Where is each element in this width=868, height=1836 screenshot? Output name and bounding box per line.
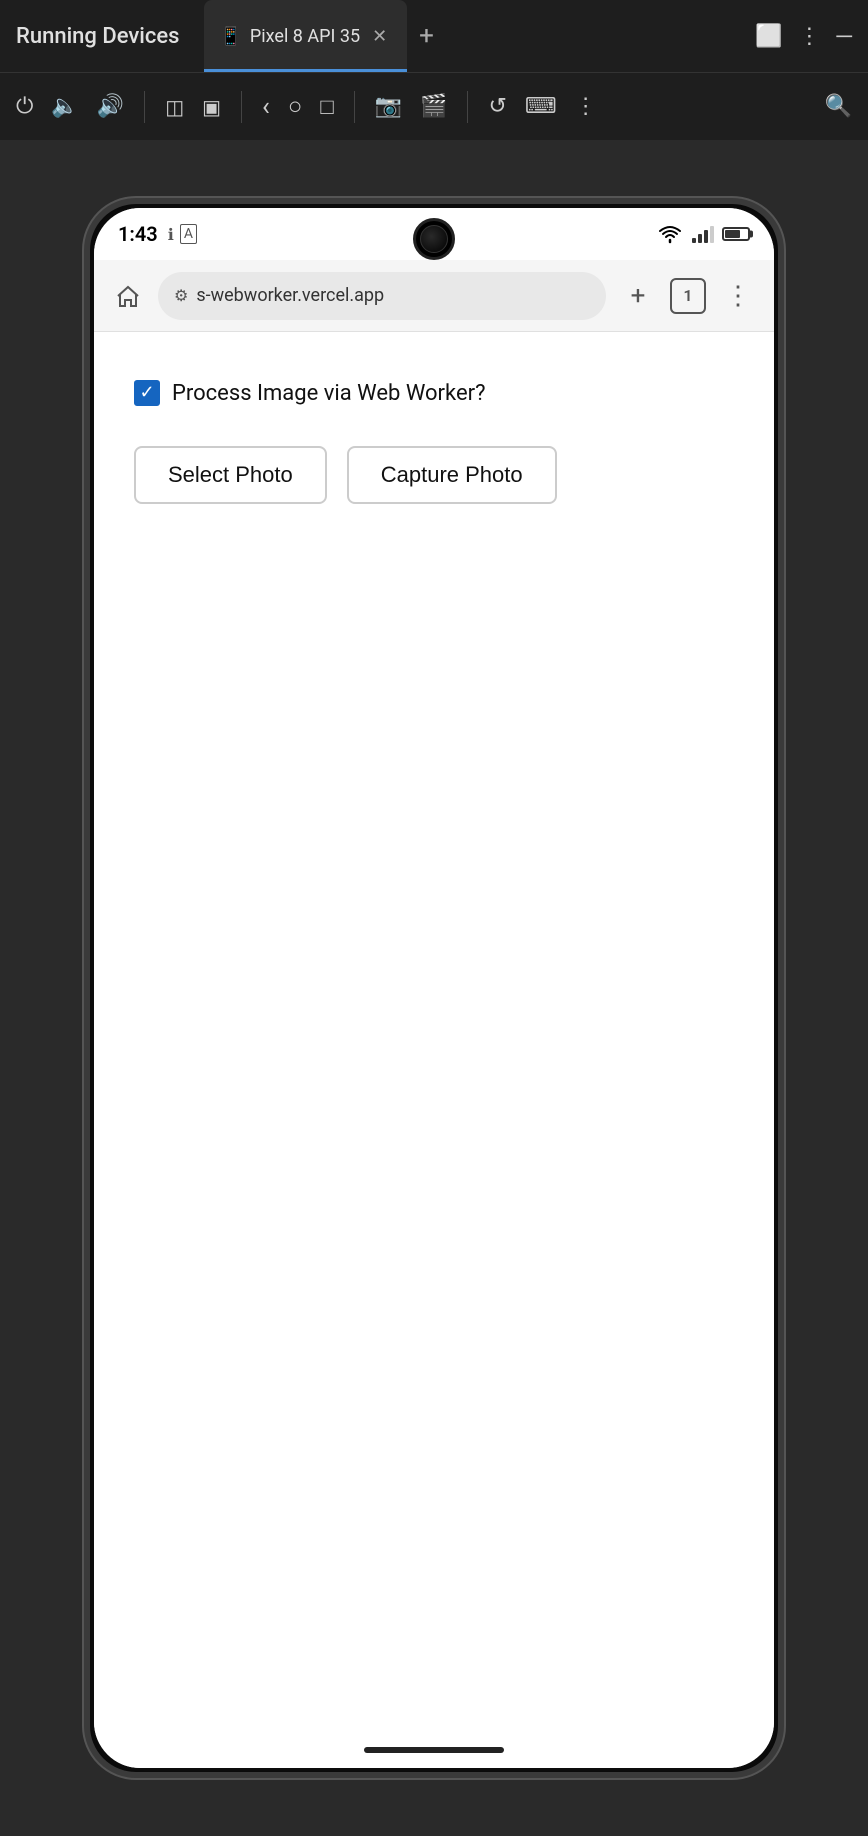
keyboard-status-icon: A [180,224,197,244]
add-tab-icon: + [631,281,646,311]
tab-bar: 📱 Pixel 8 API 35 ✕ + [204,0,756,72]
battery-fill [725,230,740,238]
wifi-icon [656,224,684,244]
status-time: 1:43 [118,222,158,246]
camera-lens [420,225,448,253]
minimize-icon[interactable]: ─ [836,23,852,49]
screenshot-icon[interactable]: 📷 [375,94,402,119]
status-left-icons: ℹ A [168,224,197,244]
checkbox-label: Process Image via Web Worker? [172,381,485,406]
tab-count-button[interactable]: 1 [670,278,706,314]
phone-screen: 1:43 ℹ A [94,208,774,1768]
toolbar-right-icons: ⬜ ⋮ ─ [755,23,852,49]
top-toolbar: Running Devices 📱 Pixel 8 API 35 ✕ + ⬜ ⋮… [0,0,868,72]
zoom-panel: 🔍 [825,94,852,119]
url-text: s-webworker.vercel.app [196,285,590,306]
home-nav-icon[interactable]: ○ [288,92,303,121]
rotate-portrait-icon[interactable]: ◫ [165,95,184,119]
nav-pill [364,1747,504,1753]
browser-toolbar: ⚙ s-webworker.vercel.app + 1 ⋮ [94,260,774,332]
photo-button-row: Select Photo Capture Photo [134,446,734,504]
tab-label: Pixel 8 API 35 [250,26,360,47]
tab-count-text: 1 [683,286,692,305]
status-right-icons [656,224,750,244]
process-image-checkbox[interactable]: ✓ [134,380,160,406]
active-tab[interactable]: 📱 Pixel 8 API 35 ✕ [204,0,408,72]
window-title: Running Devices [16,24,180,49]
new-tab-button[interactable]: + [407,21,446,51]
checkmark-icon: ✓ [139,384,154,402]
select-photo-button[interactable]: Select Photo [134,446,327,504]
toolbar-separator-4 [467,91,468,123]
browser-more-button[interactable]: ⋮ [718,276,758,316]
power-group: ⏻ 🔈 🔊 [16,94,124,119]
more-options-icon[interactable]: ⋮ [798,24,820,49]
rotate-group: ◫ ▣ [165,95,221,119]
address-bar[interactable]: ⚙ s-webworker.vercel.app [158,272,606,320]
volume-down-icon[interactable]: 🔈 [51,94,78,119]
undo-icon[interactable]: ↺ [488,94,506,119]
side-button [780,484,784,564]
browser-home-button[interactable] [110,278,146,314]
nav-group: ‹ ○ □ [262,92,334,122]
keyboard-icon[interactable]: ⌨ [525,94,557,119]
new-tab-browser-button[interactable]: + [618,276,658,316]
overview-nav-icon[interactable]: □ [320,94,333,120]
gesture-bar [94,1732,774,1768]
capture-photo-button[interactable]: Capture Photo [347,446,557,504]
front-camera [413,218,455,260]
extra-group: ↺ ⌨ ⋮ [488,94,596,119]
screen-record-icon[interactable]: 🎬 [420,94,447,119]
tab-active-indicator [204,69,408,72]
checkbox-row: ✓ Process Image via Web Worker? [134,380,734,406]
tab-device-icon: 📱 [220,26,242,47]
page-content: ✓ Process Image via Web Worker? Select P… [94,332,774,1732]
rotate-landscape-icon[interactable]: ▣ [202,95,221,119]
address-icon: ⚙ [174,286,188,305]
toolbar-separator-1 [144,91,145,123]
home-svg-icon [114,282,142,310]
battery-icon [722,227,750,241]
phone-wrapper: 1:43 ℹ A [0,140,868,1836]
phone-frame: 1:43 ℹ A [84,198,784,1778]
back-nav-icon[interactable]: ‹ [262,92,270,122]
tab-close-button[interactable]: ✕ [368,24,391,49]
device-toolbar: ⏻ 🔈 🔊 ◫ ▣ ‹ ○ □ 📷 🎬 ↺ ⌨ ⋮ 🔍 [0,72,868,140]
more-device-icon[interactable]: ⋮ [575,94,597,119]
toolbar-separator-2 [241,91,242,123]
zoom-search-icon[interactable]: 🔍 [825,94,852,119]
info-icon: ℹ [168,225,174,244]
media-group: 📷 🎬 [375,94,448,119]
window-layout-icon[interactable]: ⬜ [755,24,782,49]
power-icon[interactable]: ⏻ [16,94,33,119]
volume-up-icon[interactable]: 🔊 [97,94,124,119]
browser-more-icon: ⋮ [725,281,751,311]
toolbar-separator-3 [354,91,355,123]
signal-icon [692,225,714,243]
